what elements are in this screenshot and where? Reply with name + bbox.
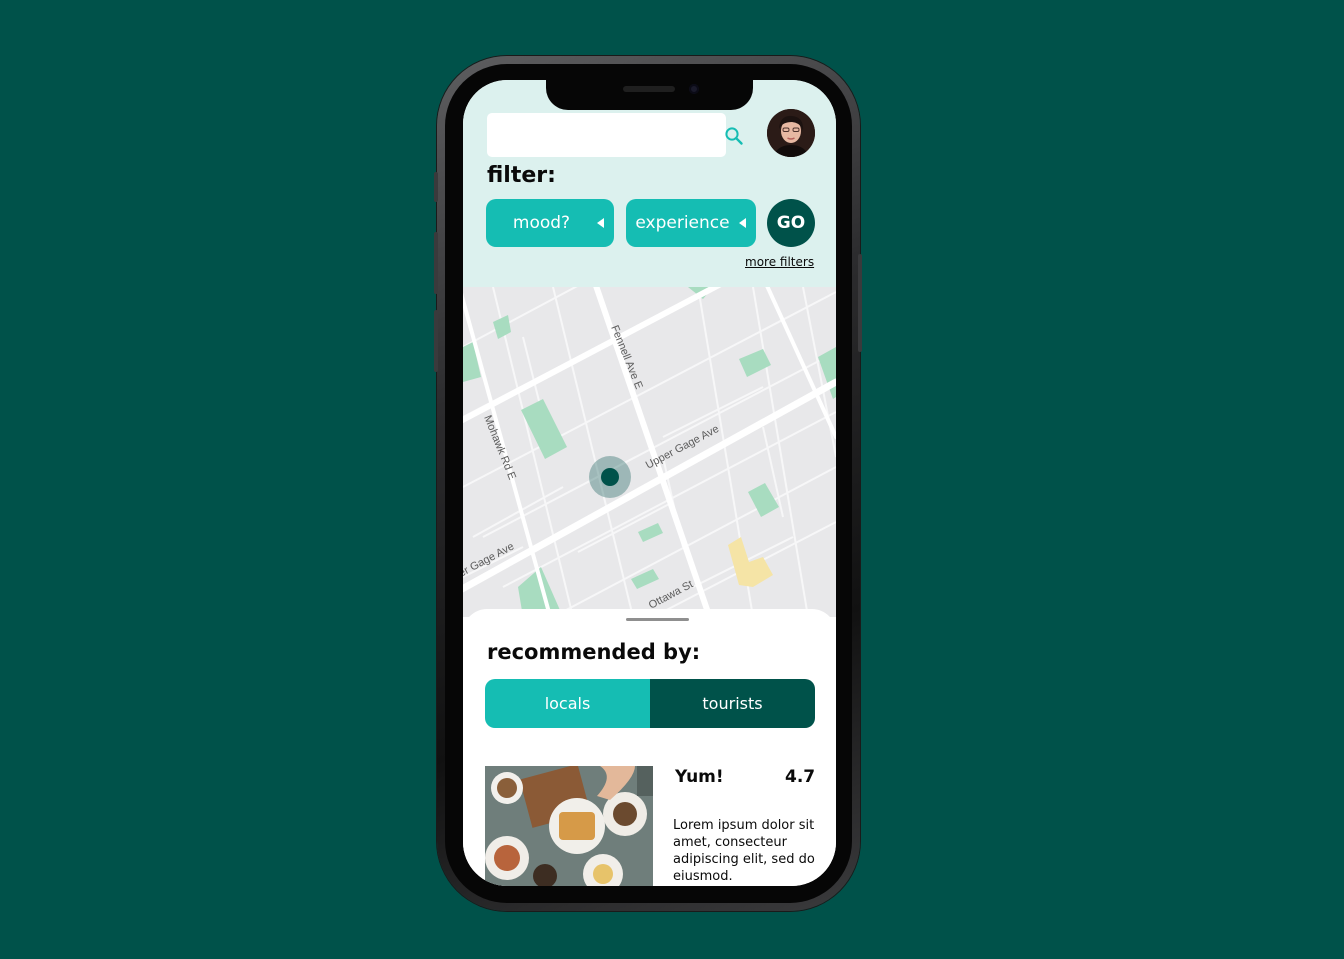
search-input[interactable] [487,113,726,157]
front-camera [689,84,699,94]
avatar[interactable] [767,109,815,157]
map-landmark-area [728,537,773,587]
search-icon[interactable] [724,126,744,146]
volume-down-button [434,310,438,372]
power-button [858,254,862,352]
location-pin-icon[interactable] [589,456,631,498]
speaker-grille [623,86,675,92]
place-name[interactable]: Yum! [675,767,724,787]
app-screen: filter: mood? experience GO more filters [463,80,836,886]
recommended-by-title: recommended by: [487,640,701,664]
recommendations-sheet: recommended by: locals tourists Yum! 4.7… [463,609,836,886]
food-photo-illustration [485,766,653,886]
recommended-by-toggle: locals tourists [485,679,815,728]
street-label: Mohawk Rd E [481,414,518,482]
place-rating: 4.7 [785,767,816,787]
map-view[interactable]: Fennell Ave E Mohawk Rd E Upper Gage Ave… [463,287,836,617]
avatar-portrait [767,109,815,157]
tab-tourists[interactable]: tourists [650,679,815,728]
filter-title: filter: [487,163,556,188]
volume-up-button [434,232,438,294]
map-canvas[interactable]: Fennell Ave E Mohawk Rd E Upper Gage Ave… [463,287,836,617]
mood-filter-label: mood? [512,213,571,233]
experience-filter-label: experience [635,213,730,233]
go-button[interactable]: GO [767,199,815,247]
more-filters-link[interactable]: more filters [745,255,814,269]
phone-notch [546,80,753,110]
caret-left-icon [597,218,604,228]
caret-left-icon [739,218,746,228]
sheet-drag-handle[interactable] [626,618,689,621]
food-photo[interactable] [485,766,653,886]
search-header: filter: mood? experience GO more filters [463,80,836,287]
mood-filter-dropdown[interactable]: mood? [486,199,614,247]
tab-locals[interactable]: locals [485,679,650,728]
silent-switch [434,172,438,202]
place-description: Lorem ipsum dolor sit amet, consecteur a… [673,818,815,884]
experience-filter-dropdown[interactable]: experience [626,199,756,247]
